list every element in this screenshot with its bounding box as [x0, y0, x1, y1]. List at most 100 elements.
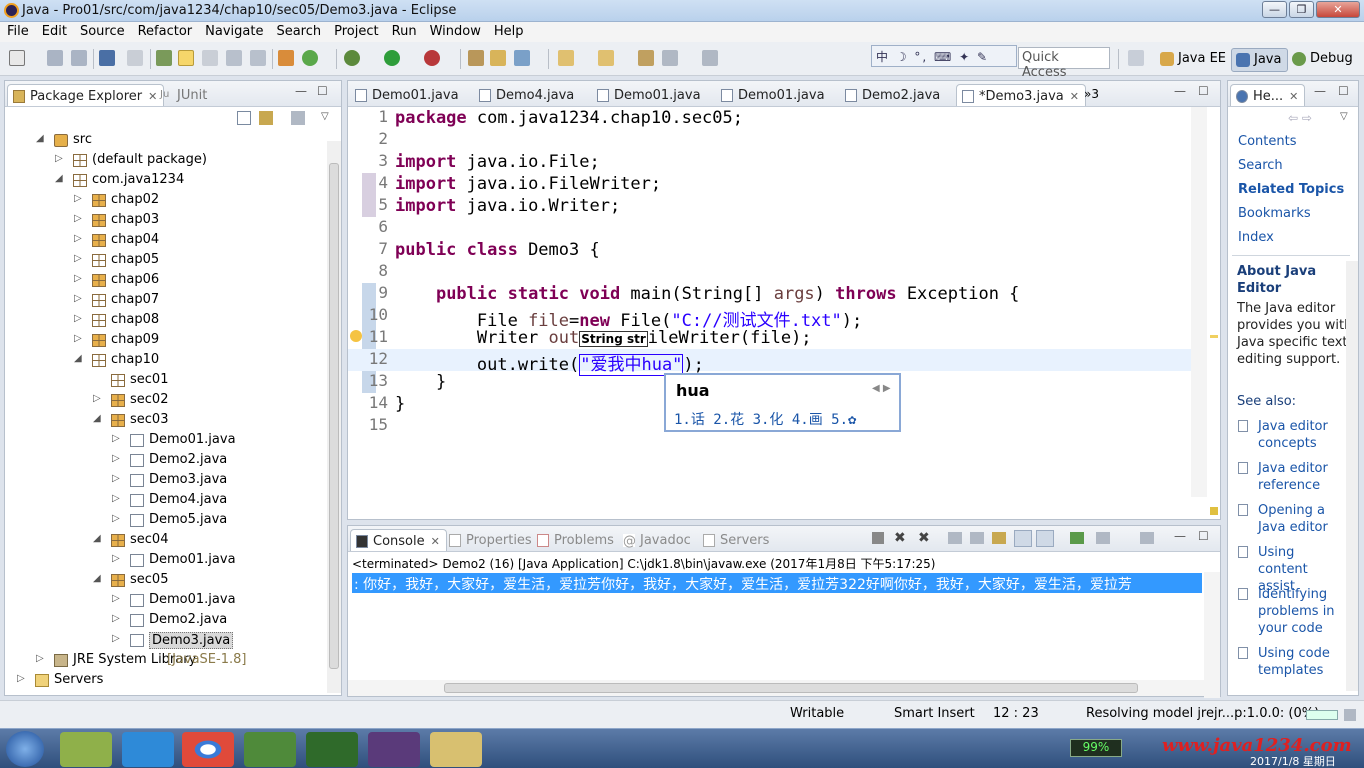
tab-javadoc[interactable]: @ Javadoc: [618, 529, 697, 551]
close-button[interactable]: ✕: [1316, 1, 1360, 18]
toggle-mark-icon[interactable]: [156, 50, 172, 66]
maximize-console-icon[interactable]: ☐: [1198, 529, 1209, 543]
console-hscrollbar[interactable]: [348, 680, 1204, 696]
editor-vscrollbar[interactable]: [1191, 107, 1207, 497]
paragraph-icon[interactable]: [250, 50, 266, 66]
tab-help[interactable]: He... ✕: [1230, 84, 1306, 106]
help-see-also-link[interactable]: Using code templates: [1258, 645, 1348, 679]
tab-demo4[interactable]: Demo4.java: [474, 84, 580, 106]
maximize-view-icon[interactable]: ☐: [317, 84, 328, 98]
show-whitespace-icon[interactable]: [226, 50, 242, 66]
new-package-icon[interactable]: [468, 50, 484, 66]
menu-edit[interactable]: Edit: [35, 22, 73, 41]
tab-demo01-a[interactable]: Demo01.java: [350, 84, 465, 106]
taskbar-wps-icon[interactable]: [122, 732, 174, 767]
close-icon[interactable]: ✕: [1070, 90, 1079, 103]
eclipse-taskbar-icon[interactable]: [368, 732, 420, 767]
overview-warning-marker[interactable]: [1210, 335, 1218, 338]
refresh-icon[interactable]: [302, 50, 318, 66]
perspective-java[interactable]: Java: [1231, 48, 1289, 72]
minimize-console-icon[interactable]: —: [1174, 529, 1186, 543]
maximize-editor-icon[interactable]: ☐: [1198, 84, 1209, 98]
maximize-help-icon[interactable]: ☐: [1338, 84, 1349, 98]
console-output-area[interactable]: <terminated> Demo2 (16) [Java Applicatio…: [348, 552, 1220, 698]
collapsed-arrow-icon[interactable]: ▷: [112, 473, 124, 484]
help-bookmarks-link[interactable]: Bookmarks: [1238, 206, 1311, 221]
close-icon[interactable]: ✕: [1289, 90, 1298, 103]
explorer-icon[interactable]: [430, 732, 482, 767]
menu-source[interactable]: Source: [73, 22, 131, 41]
minimize-help-icon[interactable]: —: [1314, 84, 1326, 98]
tab-problems[interactable]: Problems: [532, 529, 620, 551]
show-on-stderr-icon[interactable]: [1036, 530, 1054, 547]
tab-properties[interactable]: Properties: [444, 529, 538, 551]
tab-demo3[interactable]: *Demo3.java ✕: [956, 84, 1086, 106]
save-all-icon[interactable]: [71, 50, 87, 66]
tab-console[interactable]: Console ✕: [350, 529, 447, 551]
camtasia-icon[interactable]: [244, 732, 296, 767]
perspective-debug[interactable]: Debug: [1288, 48, 1359, 72]
collapsed-arrow-icon[interactable]: ▷: [112, 453, 124, 464]
open-console-icon[interactable]: [1140, 532, 1154, 544]
collapsed-arrow-icon[interactable]: ▷: [74, 313, 86, 324]
tab-servers[interactable]: Servers: [698, 529, 775, 551]
ime-page-arrows[interactable]: ◀ ▶: [872, 383, 891, 394]
collapsed-arrow-icon[interactable]: ▷: [112, 633, 124, 644]
console-hscrollbar-thumb[interactable]: [444, 683, 1138, 693]
tab-demo2[interactable]: Demo2.java: [840, 84, 946, 106]
debug-icon[interactable]: [344, 50, 360, 66]
help-contents-link[interactable]: Contents: [1238, 134, 1296, 149]
console-vscrollbar[interactable]: [1204, 572, 1220, 698]
menu-search[interactable]: Search: [269, 22, 327, 41]
chevron-down-icon[interactable]: ▽: [321, 111, 329, 122]
collapsed-arrow-icon[interactable]: ▷: [74, 213, 86, 224]
maximize-button[interactable]: ❐: [1289, 1, 1314, 18]
expanded-arrow-icon[interactable]: ◢: [93, 573, 105, 584]
console-output-line[interactable]: : 你好，我好，大家好，爱生活，爱拉芳你好，我好，大家好，爱生活，爱拉芳322好…: [352, 573, 1202, 593]
collapse-all-icon[interactable]: [237, 111, 251, 125]
view-menu-icon[interactable]: [291, 111, 305, 125]
save-icon[interactable]: [47, 50, 63, 66]
code-area[interactable]: 1 package com.java1234.chap10.sec05; 2 3i…: [348, 107, 1220, 515]
help-see-also-link[interactable]: Opening a Java editor: [1258, 502, 1348, 536]
scroll-lock-icon[interactable]: [970, 532, 984, 544]
last-edit-icon[interactable]: [638, 50, 654, 66]
tree-scrollbar[interactable]: [327, 141, 341, 693]
tree-scrollbar-thumb[interactable]: [329, 163, 339, 669]
taskbar-app-icon[interactable]: [60, 732, 112, 767]
link-editor-icon[interactable]: [259, 111, 273, 125]
chrome-icon[interactable]: [182, 732, 234, 767]
search-icon[interactable]: [514, 50, 530, 66]
menu-project[interactable]: Project: [327, 22, 384, 41]
collapsed-arrow-icon[interactable]: ▷: [55, 153, 67, 164]
menu-refactor[interactable]: Refactor: [131, 22, 199, 41]
perspective-java-ee[interactable]: Java EE: [1156, 48, 1232, 72]
collapsed-arrow-icon[interactable]: ▷: [74, 293, 86, 304]
forward-icon[interactable]: [702, 50, 718, 66]
expanded-arrow-icon[interactable]: ◢: [93, 533, 105, 544]
open-perspective-icon[interactable]: [1128, 50, 1144, 66]
collapsed-arrow-icon[interactable]: ▷: [17, 673, 29, 684]
more-tabs-button[interactable]: »3: [1084, 87, 1099, 101]
menu-navigate[interactable]: Navigate: [198, 22, 269, 41]
help-see-also-link[interactable]: Java editor concepts: [1258, 418, 1348, 452]
progress-bar[interactable]: [1306, 710, 1338, 720]
progress-view-icon[interactable]: [1344, 709, 1356, 721]
menu-help[interactable]: Help: [487, 22, 530, 41]
menu-file[interactable]: File: [0, 22, 35, 41]
remove-all-icon[interactable]: ✖: [918, 530, 930, 546]
external-tools-icon[interactable]: [424, 50, 440, 66]
open-type-icon[interactable]: [490, 50, 506, 66]
collapsed-arrow-icon[interactable]: ▷: [112, 513, 124, 524]
help-back-icon[interactable]: ⇦ ⇨: [1288, 111, 1312, 125]
help-see-also-link[interactable]: Identifying problems in your code: [1258, 586, 1348, 637]
minimize-editor-icon[interactable]: —: [1174, 84, 1186, 98]
start-button[interactable]: [6, 731, 44, 767]
help-scrollbar[interactable]: [1346, 261, 1358, 691]
remove-launch-icon[interactable]: ✖: [894, 530, 906, 546]
collapsed-arrow-icon[interactable]: ▷: [112, 433, 124, 444]
help-see-also-link[interactable]: Java editor reference: [1258, 460, 1348, 494]
menu-run[interactable]: Run: [385, 22, 423, 41]
terminal-icon[interactable]: [99, 50, 115, 66]
collapsed-arrow-icon[interactable]: ▷: [93, 393, 105, 404]
